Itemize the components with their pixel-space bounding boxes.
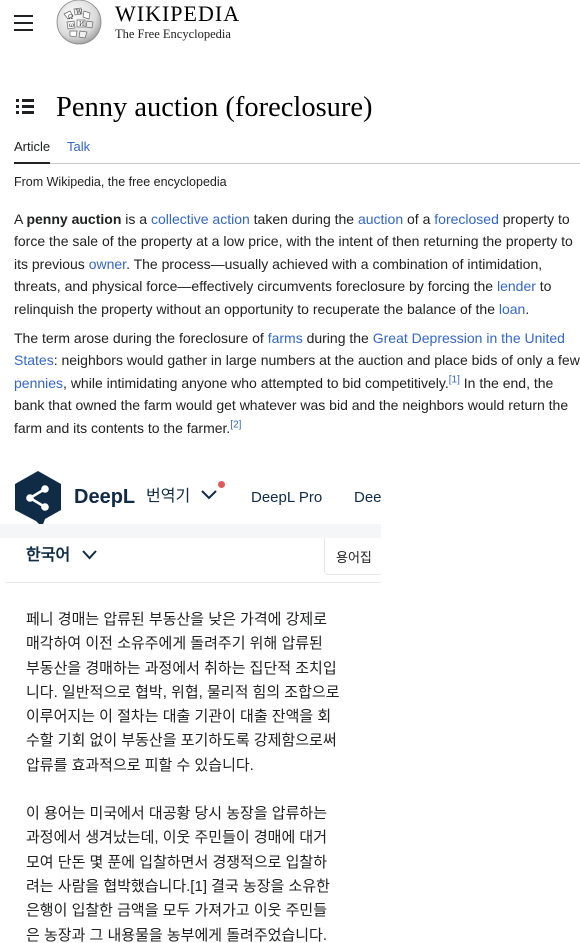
glossary-button[interactable]: 용어집 bbox=[324, 538, 381, 575]
link-loan[interactable]: loan bbox=[499, 301, 525, 317]
link-owner[interactable]: owner bbox=[89, 256, 126, 272]
hamburger-icon[interactable] bbox=[14, 15, 33, 31]
link-pennies[interactable]: pennies bbox=[14, 375, 63, 391]
wikipedia-wordmark[interactable]: WIKIPEDIA The Free Encyclopedia bbox=[115, 1, 241, 42]
notification-dot bbox=[218, 481, 225, 488]
translation-output[interactable]: 페니 경매는 압류된 부동산을 낮은 가격에 강제로 매각하여 이전 소유주에게… bbox=[26, 608, 381, 943]
chevron-down-icon[interactable] bbox=[201, 490, 217, 500]
deepl-nav-item-truncated[interactable]: Dee bbox=[354, 488, 381, 508]
reference-1[interactable]: [1] bbox=[449, 374, 460, 385]
target-language-bar: 한국어 용어집 bbox=[6, 538, 381, 583]
paragraph-2: The term arose during the foreclosure of… bbox=[14, 330, 580, 436]
link-lender[interactable]: lender bbox=[497, 278, 536, 294]
link-auction[interactable]: auction bbox=[358, 211, 403, 227]
deepl-logo-icon[interactable] bbox=[12, 469, 64, 529]
site-sub-tagline: From Wikipedia, the free encyclopedia bbox=[14, 175, 227, 189]
svg-text:Ω: Ω bbox=[68, 14, 73, 21]
deepl-navbar: DeepL 번역기 DeepL Pro Dee bbox=[0, 466, 381, 527]
article-body: A penny auction is a collective action t… bbox=[14, 208, 580, 446]
page-title: Penny auction (foreclosure) bbox=[56, 92, 373, 123]
svg-text:И: И bbox=[79, 21, 84, 28]
deepl-pro-link[interactable]: DeepL Pro bbox=[251, 488, 322, 508]
wikipedia-globe-logo[interactable]: Ω W И ω bbox=[54, 0, 104, 46]
namespace-tabs: Article Talk bbox=[14, 131, 580, 164]
glossary-label: 용어집 bbox=[336, 550, 372, 565]
svg-text:W: W bbox=[76, 9, 83, 16]
target-language-select[interactable]: 한국어 bbox=[26, 546, 70, 566]
table-of-contents-icon[interactable] bbox=[16, 99, 36, 115]
tab-article[interactable]: Article bbox=[14, 139, 51, 164]
site-header: Ω W И ω WIKIPEDIA The Free Encyclopedia bbox=[0, 0, 580, 52]
paragraph-1: A penny auction is a collective action t… bbox=[14, 211, 573, 317]
deepl-brand-name[interactable]: DeepL bbox=[74, 485, 135, 509]
tab-talk[interactable]: Talk bbox=[67, 139, 90, 155]
wordmark-name: WIKIPEDIA bbox=[115, 1, 241, 26]
deepl-translator-panel: DeepL 번역기 DeepL Pro Dee 한국어 용어집 페니 경매는 압… bbox=[0, 466, 381, 943]
translation-paragraph-1: 페니 경매는 압류된 부동산을 낮은 가격에 강제로 매각하여 이전 소유주에게… bbox=[26, 611, 340, 774]
link-collective-action[interactable]: collective action bbox=[151, 211, 250, 227]
wordmark-tagline: The Free Encyclopedia bbox=[115, 27, 231, 41]
link-farms[interactable]: farms bbox=[268, 330, 303, 346]
svg-text:ω: ω bbox=[69, 22, 74, 29]
bold-term: penny auction bbox=[26, 211, 122, 227]
translation-paragraph-2: 이 용어는 미국에서 대공황 당시 농장을 압류하는 과정에서 생겨났는데, 이… bbox=[26, 805, 330, 943]
chevron-down-icon[interactable] bbox=[82, 550, 97, 560]
reference-2[interactable]: [2] bbox=[230, 419, 241, 430]
link-foreclosed[interactable]: foreclosed bbox=[434, 211, 499, 227]
deepl-divider-strip bbox=[0, 524, 381, 538]
deepl-translator-label[interactable]: 번역기 bbox=[146, 487, 190, 507]
